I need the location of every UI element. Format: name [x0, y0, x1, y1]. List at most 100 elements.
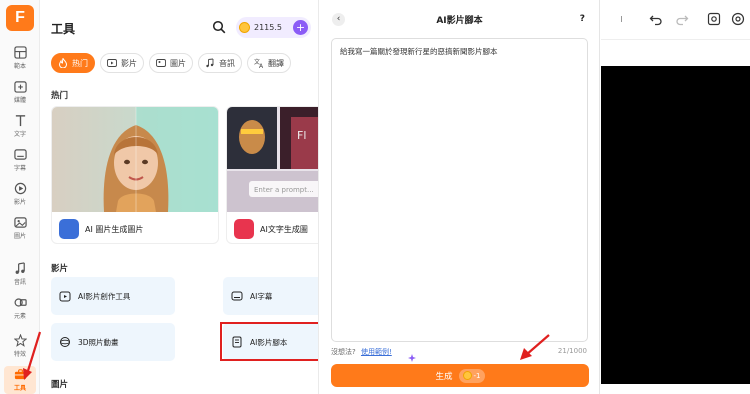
rail-label-audio: 音訊 — [13, 279, 26, 286]
hint-text: 沒想法? — [331, 348, 356, 356]
template-icon — [12, 44, 28, 60]
rail-item-media[interactable]: 媒體 — [0, 78, 40, 108]
tool-3d-photo-animation[interactable]: 3D照片動畫 — [51, 323, 175, 361]
element-icon — [12, 294, 28, 310]
undo-icon[interactable] — [649, 11, 663, 26]
rail-label-subtitle: 字幕 — [13, 165, 26, 172]
rail-item-subtitle[interactable]: 字幕 — [0, 146, 40, 176]
video-icon — [107, 58, 117, 68]
category-tabs: 热门 影片 圖片 音訊 文A 翻譯 — [51, 53, 296, 75]
section-image: 圖片 — [51, 380, 69, 390]
use-example-link[interactable]: 使用範例! — [361, 348, 392, 356]
card-caption: AI 圖片生成圖片 — [52, 213, 218, 243]
rail-label-image: 圖片 — [13, 233, 26, 240]
generate-label: 生成 — [435, 371, 453, 382]
card-ai-text-to-image[interactable]: Fl Enter a prompt... AI文字生成圖 — [226, 106, 318, 244]
translate-icon: 文A — [254, 58, 264, 70]
preview-toolbar — [601, 0, 750, 40]
card-image-collage: Fl Enter a prompt... — [227, 107, 318, 212]
video-preview — [601, 66, 750, 384]
expand-icon[interactable] — [620, 11, 635, 25]
rail-item-element[interactable]: 元素 — [0, 294, 40, 324]
rail-label-media: 媒體 — [13, 97, 26, 104]
card-image-portrait — [52, 107, 218, 212]
redo-icon[interactable] — [675, 11, 689, 26]
effects-icon — [12, 332, 28, 348]
card-label-ai-text-to-image: AI文字生成圖 — [260, 224, 308, 234]
section-hot: 热门 — [51, 91, 69, 101]
left-rail: F 範本 媒體 文字 字幕 影片 圖片 音訊 元素 特效 工具 — [0, 0, 40, 394]
rail-item-audio[interactable]: 音訊 — [0, 260, 40, 290]
subtitle-icon — [231, 290, 243, 302]
media-icon — [12, 78, 28, 94]
ai-script-panel: ‹ AI影片腳本 ? 給我寫一篇關於發現新行星的惡搞新聞影片腳本 沒想法? 使用… — [320, 0, 600, 394]
coin-icon — [239, 22, 250, 33]
flame-icon — [58, 57, 68, 69]
tool-label-3d-photo-animation: 3D照片動畫 — [78, 337, 119, 347]
tool-label-ai-subtitle: AI字幕 — [250, 291, 273, 301]
image-icon — [156, 58, 166, 68]
audio-icon — [12, 260, 28, 276]
tab-image-label: 圖片 — [170, 58, 186, 68]
rail-label-video: 影片 — [13, 199, 26, 206]
add-credits-button[interactable]: + — [293, 20, 308, 35]
rail-label-text: 文字 — [13, 131, 26, 138]
tab-video[interactable]: 影片 — [100, 53, 144, 73]
credits-badge[interactable]: 2115.5 + — [236, 17, 311, 38]
rail-item-image[interactable]: 圖片 — [0, 214, 40, 244]
tool-label-ai-video-creator: AI影片創作工具 — [78, 291, 131, 301]
search-icon[interactable] — [212, 19, 226, 34]
coin-icon — [462, 371, 472, 380]
help-button[interactable]: ? — [580, 14, 585, 24]
capture-icon[interactable] — [707, 11, 721, 26]
sparkle-icon — [408, 347, 416, 362]
cost-badge: -1 — [458, 368, 485, 383]
tool-ai-video-creator[interactable]: AI影片創作工具 — [51, 277, 175, 315]
video-icon — [12, 180, 28, 196]
image-icon — [12, 214, 28, 230]
tool-ai-subtitle[interactable]: AI字幕 — [223, 277, 318, 315]
tab-translate-label: 翻譯 — [268, 58, 284, 68]
generate-button[interactable]: 生成 -1 — [331, 364, 589, 387]
text-icon — [12, 112, 28, 128]
ai-text-image-icon — [234, 219, 254, 239]
rail-label-template: 範本 — [13, 63, 26, 70]
cost-value: -1 — [473, 371, 481, 380]
svg-text:A: A — [259, 63, 264, 68]
tab-video-label: 影片 — [121, 58, 137, 68]
app-logo: F — [6, 5, 34, 31]
credits-count: 2115.5 — [254, 23, 282, 32]
script-prompt-input[interactable]: 給我寫一篇關於發現新行星的惡搞新聞影片腳本 — [331, 38, 588, 342]
tools-title: 工具 — [51, 22, 76, 36]
section-video: 影片 — [51, 264, 69, 274]
rail-item-video[interactable]: 影片 — [0, 180, 40, 210]
tab-audio[interactable]: 音訊 — [198, 53, 242, 73]
script-prompt-text: 給我寫一篇關於發現新行星的惡搞新聞影片腳本 — [340, 47, 498, 56]
prompt-placeholder: Enter a prompt... — [254, 186, 314, 194]
settings-icon[interactable] — [731, 11, 745, 26]
tab-audio-label: 音訊 — [219, 58, 235, 68]
tab-hot[interactable]: 热门 — [51, 53, 95, 73]
card-caption: AI文字生成圖 — [227, 213, 318, 243]
audio-icon — [205, 58, 215, 68]
rail-label-element: 元素 — [13, 313, 26, 320]
rail-item-template[interactable]: 範本 — [0, 44, 40, 74]
tools-panel: 工具 2115.5 + 热门 影片 圖片 音訊 文A 翻譯 热门 AI 圖片生成… — [40, 0, 319, 394]
panel-title: AI影片腳本 — [436, 16, 483, 26]
card-ai-image-to-image[interactable]: AI 圖片生成圖片 — [51, 106, 219, 244]
card-label-ai-image-to-image: AI 圖片生成圖片 — [85, 224, 144, 234]
tab-hot-label: 热门 — [72, 58, 88, 68]
rail-item-text[interactable]: 文字 — [0, 112, 40, 142]
char-counter: 21/1000 — [557, 347, 587, 355]
3d-animation-icon — [59, 336, 71, 348]
tab-translate[interactable]: 文A 翻譯 — [247, 53, 291, 73]
tab-image[interactable]: 圖片 — [149, 53, 193, 73]
rail-label-tools: 工具 — [13, 385, 26, 392]
svg-text:Fl: Fl — [297, 129, 306, 142]
rail-item-tools[interactable]: 工具 — [4, 366, 36, 394]
rail-item-effects[interactable]: 特效 — [0, 332, 40, 362]
toolbox-icon — [12, 366, 28, 382]
hint-row: 沒想法? 使用範例! — [331, 347, 392, 357]
video-creator-icon — [59, 290, 71, 302]
subtitle-icon — [12, 146, 28, 162]
